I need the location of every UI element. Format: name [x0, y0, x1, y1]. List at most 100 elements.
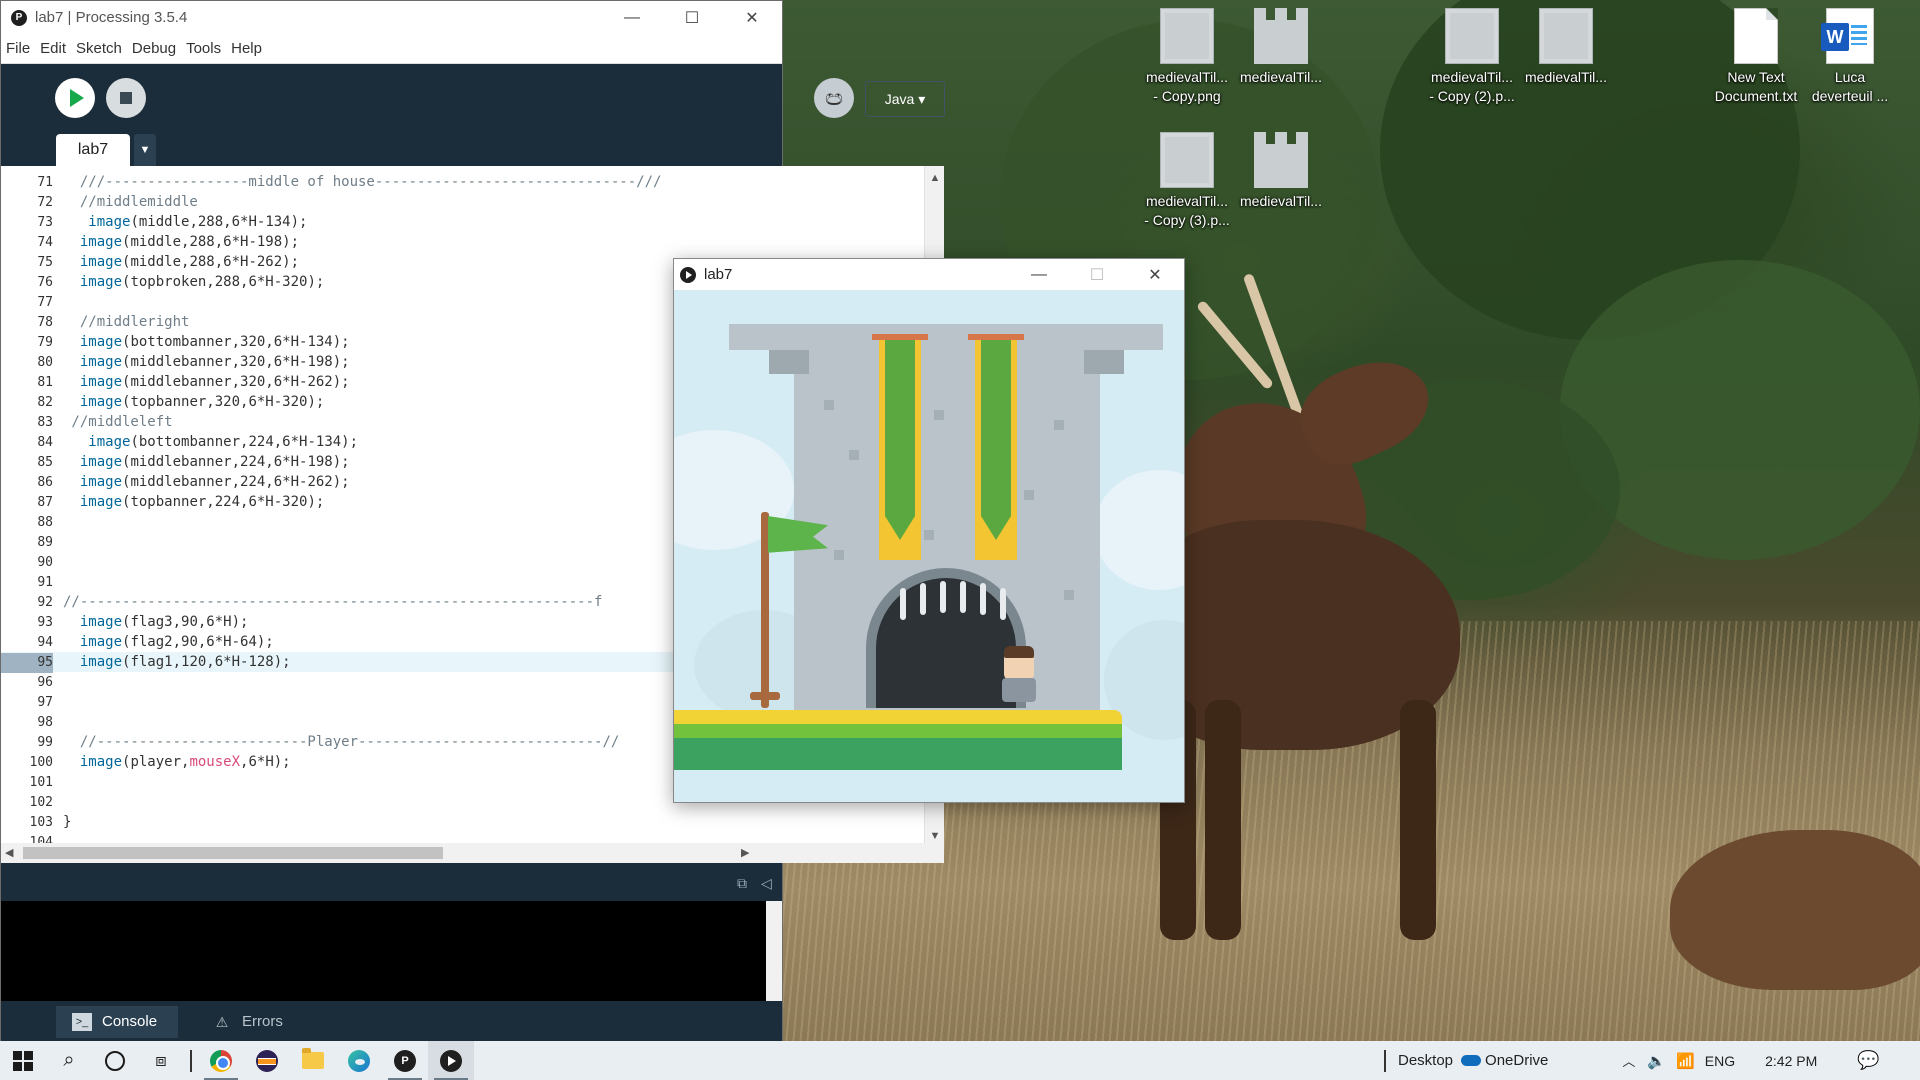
taskbar-sketch[interactable] [428, 1041, 474, 1080]
code-text: image(flag1,120,6*H-128); [79, 654, 291, 670]
windows-logo-icon [13, 1050, 33, 1071]
editor-horizontal-scrollbar[interactable]: ◀ ▶ [1, 843, 944, 863]
mode-selector[interactable]: Java ▾ [865, 81, 945, 117]
code-text: image(bottombanner,320,6*H-134); [79, 334, 350, 350]
code-text: image(flag3,90,6*H); [79, 614, 249, 630]
ground-soil [674, 738, 1122, 770]
line-number: 78 [37, 315, 53, 330]
castle-banner [975, 340, 1017, 560]
ide-titlebar[interactable]: P lab7 | Processing 3.5.4 — ☐ ✕ [1, 1, 782, 34]
menu-file[interactable]: File [6, 40, 30, 57]
line-number: 94 [37, 635, 53, 650]
taskbar-edge[interactable] [336, 1041, 382, 1080]
tab-errors[interactable]: ⚠ Errors [196, 1006, 306, 1038]
line-number: 90 [37, 555, 53, 570]
tab-console[interactable]: >_ Console [56, 1006, 178, 1038]
ide-toolbar: ඏ Java ▾ [1, 64, 945, 134]
sketch-canvas[interactable] [674, 290, 1184, 802]
code-line[interactable]: 71 ///-----------------middle of house--… [1, 172, 944, 192]
onedrive-toolbar[interactable]: OneDrive [1461, 1052, 1548, 1069]
code-line[interactable]: 103} [1, 812, 944, 832]
scroll-left-arrow-icon[interactable]: ◀ [5, 846, 13, 859]
desktop-icon-label: medievalTil... [1525, 69, 1607, 85]
desktop-icon-file[interactable]: medievalTil... - Copy.png [1143, 8, 1231, 106]
tab-lab7[interactable]: lab7 [56, 134, 130, 166]
line-number: 100 [29, 755, 53, 770]
clock[interactable]: 2:42 PM [1765, 1053, 1817, 1069]
scroll-up-arrow-icon[interactable]: ▲ [925, 168, 944, 188]
line-number: 75 [37, 255, 53, 270]
stop-button[interactable] [106, 78, 146, 118]
menu-tools[interactable]: Tools [186, 40, 221, 57]
sketch-close-button[interactable]: ✕ [1126, 259, 1184, 290]
maximize-button[interactable]: ☐ [662, 1, 722, 34]
debugger-toggle-button[interactable]: ඏ [814, 78, 854, 118]
code-text: image(bottombanner,224,6*H-134); [88, 434, 359, 450]
desktop-icon-file[interactable]: medievalTil... - Copy (3).p... [1143, 132, 1231, 230]
console-output[interactable] [1, 901, 782, 1001]
code-text: image(topbanner,320,6*H-320); [79, 394, 325, 410]
code-text: image(middle,288,6*H-134); [88, 214, 308, 230]
desktop-icon-file[interactable]: medievalTil... [1522, 8, 1610, 87]
taskbar: ⌕ ⧈ P Desktop OneDrive ︿ 🔈 📶 ENG 2:42 PM… [0, 1041, 1920, 1080]
desktop-icon-file[interactable]: medievalTil... [1237, 132, 1325, 211]
line-number: 74 [37, 235, 53, 250]
sketch-window: lab7 — ☐ ✕ [673, 258, 1185, 803]
collapse-console-icon[interactable]: ◁ [761, 875, 772, 892]
butterfly-icon: ඏ [825, 85, 843, 110]
close-button[interactable]: ✕ [722, 1, 782, 34]
cortana-button[interactable] [92, 1041, 138, 1080]
image-file-icon [1254, 8, 1308, 64]
menu-edit[interactable]: Edit [40, 40, 66, 57]
code-text: image(middlebanner,320,6*H-262); [79, 374, 350, 390]
code-line[interactable]: 73 image(middle,288,6*H-134); [1, 212, 944, 232]
taskbar-processing[interactable]: P [382, 1041, 428, 1080]
chevron-up-icon[interactable]: ︿ [1622, 1051, 1635, 1070]
run-button[interactable] [55, 78, 95, 118]
scroll-right-arrow-icon[interactable]: ▶ [741, 846, 749, 859]
code-line[interactable]: 72 //middlemiddle [1, 192, 944, 212]
desktop-toolbar-label[interactable]: Desktop [1398, 1052, 1453, 1069]
desktop-icon-file[interactable]: New Text Document.txt [1712, 8, 1800, 106]
portcullis-bar [1000, 588, 1006, 620]
copy-console-icon[interactable]: ⧉ [737, 875, 747, 892]
desktop-icon-file[interactable]: W Luca deverteuil ... [1806, 8, 1894, 106]
line-number: 102 [29, 795, 53, 810]
desktop-icon-label: Luca deverteuil ... [1811, 69, 1889, 104]
processing-logo-icon: P [11, 9, 27, 26]
console-scrollbar[interactable] [766, 901, 782, 1001]
sketch-titlebar[interactable]: lab7 — ☐ ✕ [674, 259, 1184, 290]
minimize-button[interactable]: — [602, 1, 662, 34]
desktop-icon-file[interactable]: medievalTil... - Copy (2).p... [1428, 8, 1516, 106]
start-button[interactable] [0, 1041, 46, 1080]
line-number: 73 [37, 215, 53, 230]
code-line[interactable]: 74 image(middle,288,6*H-198); [1, 232, 944, 252]
processing-icon: P [394, 1049, 416, 1072]
wifi-icon[interactable]: 📶 [1676, 1052, 1695, 1070]
line-number: 71 [37, 175, 53, 190]
sketch-window-controls: — ☐ ✕ [1010, 259, 1184, 290]
image-file-icon [1160, 132, 1214, 188]
menu-help[interactable]: Help [231, 40, 262, 57]
sketch-minimize-button[interactable]: — [1010, 259, 1068, 290]
stone [849, 450, 859, 460]
task-view-button[interactable]: ⧈ [138, 1041, 184, 1080]
processing-run-icon [680, 266, 696, 283]
taskbar-eclipse[interactable] [244, 1041, 290, 1080]
taskbar-chrome[interactable] [198, 1041, 244, 1080]
horizontal-scroll-thumb[interactable] [23, 847, 443, 859]
speaker-icon[interactable]: 🔈 [1647, 1052, 1666, 1070]
sketch-maximize-button[interactable]: ☐ [1068, 259, 1126, 290]
resting-elk [1670, 830, 1920, 990]
notification-center-icon[interactable]: 💬 [1857, 1050, 1879, 1071]
taskbar-file-explorer[interactable] [290, 1041, 336, 1080]
stone [824, 400, 834, 410]
line-number: 76 [37, 275, 53, 290]
tab-menu-button[interactable]: ▼ [134, 134, 156, 166]
language-indicator[interactable]: ENG [1705, 1053, 1735, 1069]
menu-sketch[interactable]: Sketch [76, 40, 122, 57]
search-button[interactable]: ⌕ [46, 1041, 92, 1080]
menu-bar: File Edit Sketch Debug Tools Help [1, 34, 782, 64]
desktop-icon-file[interactable]: medievalTil... [1237, 8, 1325, 87]
menu-debug[interactable]: Debug [132, 40, 176, 57]
